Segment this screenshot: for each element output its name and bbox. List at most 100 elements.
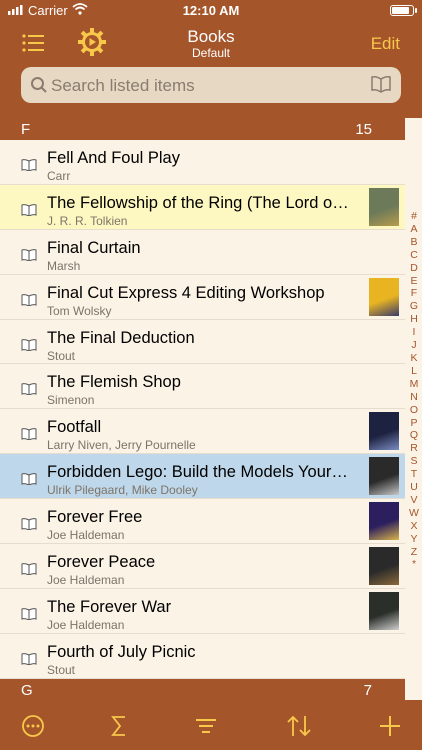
list-item[interactable]: Forbidden Lego: Build the Models Your Pa… xyxy=(0,454,405,500)
book-icon xyxy=(21,203,37,217)
list-item[interactable]: The Final Deduction Stout xyxy=(0,320,405,365)
list-item[interactable]: Fourth of July Picnic Stout xyxy=(0,634,405,679)
item-author: J. R. R. Tolkien xyxy=(47,213,128,228)
page-subtitle: Default xyxy=(191,46,231,60)
book-icon xyxy=(21,382,37,397)
book-icon xyxy=(21,293,37,307)
item-title: The Forever War xyxy=(47,597,172,616)
status-bar: Carrier 12:10 AM xyxy=(0,0,422,22)
index-letter[interactable]: J xyxy=(406,339,422,352)
item-title: Forever Peace xyxy=(47,553,156,572)
index-letter[interactable]: S xyxy=(406,455,422,468)
index-letter[interactable]: Y xyxy=(406,533,422,546)
item-author: Tom Wolsky xyxy=(47,303,112,318)
sort-arrows-icon[interactable] xyxy=(286,714,312,743)
filter-lines-icon[interactable] xyxy=(194,714,218,743)
battery-icon xyxy=(390,5,417,16)
list-item[interactable]: Forever Peace Joe Haldeman xyxy=(0,544,405,589)
cover-thumbnail xyxy=(369,591,399,630)
index-letter[interactable]: F xyxy=(406,287,422,300)
book-icon xyxy=(21,427,37,441)
item-title: Forbidden Lego: Build the Models Your Pa… xyxy=(47,463,352,482)
index-letter[interactable]: E xyxy=(406,275,422,288)
book-icon xyxy=(21,248,37,262)
bottom-toolbar xyxy=(0,700,422,750)
book-icon xyxy=(21,338,37,352)
edit-button[interactable]: Edit xyxy=(371,34,400,54)
index-letter[interactable]: W xyxy=(406,507,422,520)
item-author: Larry Niven, Jerry Pournelle xyxy=(47,438,196,453)
index-letter[interactable]: O xyxy=(406,404,422,417)
index-letter[interactable]: L xyxy=(406,365,422,378)
battery-level xyxy=(392,7,410,14)
index-letter[interactable]: H xyxy=(406,313,422,326)
index-letter[interactable]: D xyxy=(406,262,422,275)
section-count: 15 xyxy=(355,121,372,138)
list-item[interactable]: The Forever War Joe Haldeman xyxy=(0,589,405,634)
plus-icon[interactable] xyxy=(378,714,402,743)
index-letter[interactable]: G xyxy=(406,300,422,313)
index-letter[interactable]: * xyxy=(406,558,422,571)
section-letter: F xyxy=(21,121,31,138)
book-icon xyxy=(21,517,37,531)
item-title: Footfall xyxy=(47,418,102,437)
index-letter[interactable]: Q xyxy=(406,429,422,442)
book-list: Fell And Foul Play Carr The Fellowship of … xyxy=(0,140,405,679)
section-header-g: G 7 xyxy=(0,679,405,701)
item-author: Stout xyxy=(47,348,76,363)
app-window: Carrier 12:10 AM Books Default Edit Sear… xyxy=(0,0,422,750)
item-title: Final Curtain xyxy=(47,238,141,257)
item-author: Joe Haldeman xyxy=(47,617,125,632)
index-letter[interactable]: # xyxy=(406,210,422,223)
item-author: Stout xyxy=(47,662,76,677)
item-title: Final Cut Express 4 Editing Workshop xyxy=(47,283,325,302)
cover-thumbnail xyxy=(369,457,399,496)
item-title: Fourth of July Picnic xyxy=(47,642,196,661)
cover-thumbnail xyxy=(369,547,399,586)
list-item[interactable]: The Fellowship of the Ring (The Lord of … xyxy=(0,184,405,230)
list-item[interactable]: Final Cut Express 4 Editing Workshop Tom … xyxy=(0,275,405,320)
sum-icon[interactable] xyxy=(110,714,128,743)
index-letter[interactable]: N xyxy=(406,391,422,404)
page-title: Books xyxy=(187,27,235,46)
index-letter[interactable]: I xyxy=(406,326,422,339)
section-index[interactable]: # A B C D E F G H I J K L M N O P Q R S T U V W X Y Z * xyxy=(406,210,422,571)
section-header-f: F 15 xyxy=(0,118,405,140)
item-title: Forever Free xyxy=(47,508,143,527)
search-bar[interactable]: Search listed items xyxy=(21,67,401,103)
book-icon xyxy=(21,562,37,576)
book-icon xyxy=(21,607,37,621)
cover-thumbnail xyxy=(369,412,399,451)
item-title: The Fellowship of the Ring (The Lord of … xyxy=(47,193,352,212)
list-item[interactable]: Final Curtain Marsh xyxy=(0,230,405,275)
index-letter[interactable]: K xyxy=(406,352,422,365)
bookmarks-icon[interactable] xyxy=(371,75,391,98)
status-time: 12:10 AM xyxy=(182,3,240,18)
list-item[interactable]: Forever Free Joe Haldeman xyxy=(0,499,405,545)
list-item[interactable]: The Flemish Shop Simenon xyxy=(0,364,405,410)
index-letter[interactable]: U xyxy=(406,481,422,494)
cover-thumbnail xyxy=(369,502,399,541)
index-letter[interactable]: B xyxy=(406,236,422,249)
index-letter[interactable]: P xyxy=(406,417,422,430)
item-author: Ulrik Pilegaard, Mike Dooley xyxy=(47,483,198,498)
cover-thumbnail xyxy=(369,277,399,316)
item-author: Simenon xyxy=(47,393,95,408)
index-letter[interactable]: V xyxy=(406,494,422,507)
cover-thumbnail xyxy=(369,187,399,226)
item-author: Joe Haldeman xyxy=(47,573,125,588)
list-item[interactable]: Fell And Foul Play Carr xyxy=(0,140,405,185)
section-letter: G xyxy=(21,682,33,699)
index-letter[interactable]: Z xyxy=(406,546,422,559)
index-letter[interactable]: A xyxy=(406,223,422,236)
index-letter[interactable]: C xyxy=(406,249,422,262)
index-letter[interactable]: R xyxy=(406,442,422,455)
search-input[interactable]: Search listed items xyxy=(51,76,195,96)
list-item[interactable]: Footfall Larry Niven, Jerry Pournelle xyxy=(0,409,405,455)
index-letter[interactable]: X xyxy=(406,520,422,533)
index-letter[interactable]: T xyxy=(406,468,422,481)
section-count: 7 xyxy=(363,682,372,699)
book-icon xyxy=(21,472,37,486)
more-circle-icon[interactable] xyxy=(21,714,45,743)
index-letter[interactable]: M xyxy=(406,378,422,391)
